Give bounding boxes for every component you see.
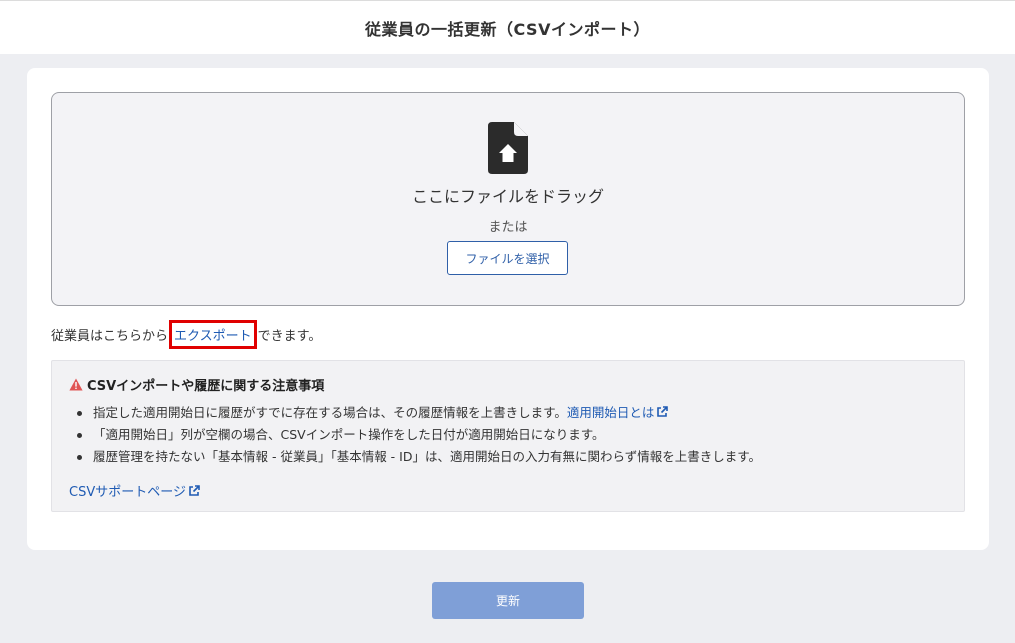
- notice-item-text: 「適用開始日」列が空欄の場合、CSVインポート操作をした日付が適用開始日になりま…: [93, 427, 605, 442]
- file-upload-icon: [488, 122, 528, 174]
- start-date-help-link[interactable]: 適用開始日とは: [567, 405, 669, 420]
- notice-title-text: CSVインポートや履歴に関する注意事項: [87, 379, 325, 394]
- list-item: 指定した適用開始日に履歴がすでに存在する場合は、その履歴情報を上書きします。適用…: [75, 402, 761, 424]
- drop-instruction: ここにファイルをドラッグ: [411, 187, 604, 206]
- start-date-help-link-label: 適用開始日とは: [566, 405, 655, 420]
- export-suffix: できます。: [257, 328, 322, 344]
- notice-list: 指定した適用開始日に履歴がすでに存在する場合は、その履歴情報を上書きします。適用…: [75, 402, 761, 468]
- main-card: ここにファイルをドラッグ または ファイルを選択 従業員はこちらから エクスポー…: [27, 68, 989, 550]
- export-line: 従業員はこちらから エクスポート できます。: [51, 319, 322, 349]
- notice-box: CSVインポートや履歴に関する注意事項 指定した適用開始日に履歴がすでに存在する…: [51, 360, 965, 512]
- notice-title: CSVインポートや履歴に関する注意事項: [69, 375, 324, 394]
- external-link-icon: [657, 406, 669, 417]
- external-link-icon: [189, 485, 200, 496]
- notice-item-text: 履歴管理を持たない「基本情報 - 従業員」「基本情報 - ID」は、適用開始日の…: [93, 449, 761, 464]
- or-separator: または: [488, 220, 528, 235]
- csv-support-link-label: CSVサポートページ: [69, 485, 186, 500]
- page-header: 従業員の一括更新（CSVインポート）: [0, 0, 1015, 54]
- warning-icon: [69, 378, 83, 391]
- select-file-button[interactable]: ファイルを選択: [447, 241, 568, 275]
- file-dropzone[interactable]: ここにファイルをドラッグ または ファイルを選択: [51, 92, 965, 306]
- list-item: 履歴管理を持たない「基本情報 - 従業員」「基本情報 - ID」は、適用開始日の…: [75, 446, 761, 468]
- export-prefix: 従業員はこちらから: [51, 328, 169, 344]
- notice-item-text: 指定した適用開始日に履歴がすでに存在する場合は、その履歴情報を上書きします。: [93, 405, 567, 420]
- update-button[interactable]: 更新: [432, 582, 584, 619]
- export-link[interactable]: エクスポート: [169, 319, 257, 349]
- csv-support-link[interactable]: CSVサポートページ: [69, 481, 200, 500]
- page-title: 従業員の一括更新（CSVインポート）: [365, 19, 650, 39]
- list-item: 「適用開始日」列が空欄の場合、CSVインポート操作をした日付が適用開始日になりま…: [75, 424, 761, 446]
